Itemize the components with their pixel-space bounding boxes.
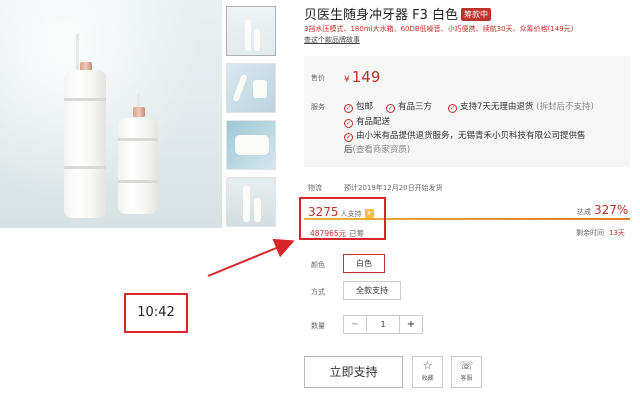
time-annotation: 10:42	[124, 293, 188, 333]
annotation-arrow	[207, 238, 295, 277]
